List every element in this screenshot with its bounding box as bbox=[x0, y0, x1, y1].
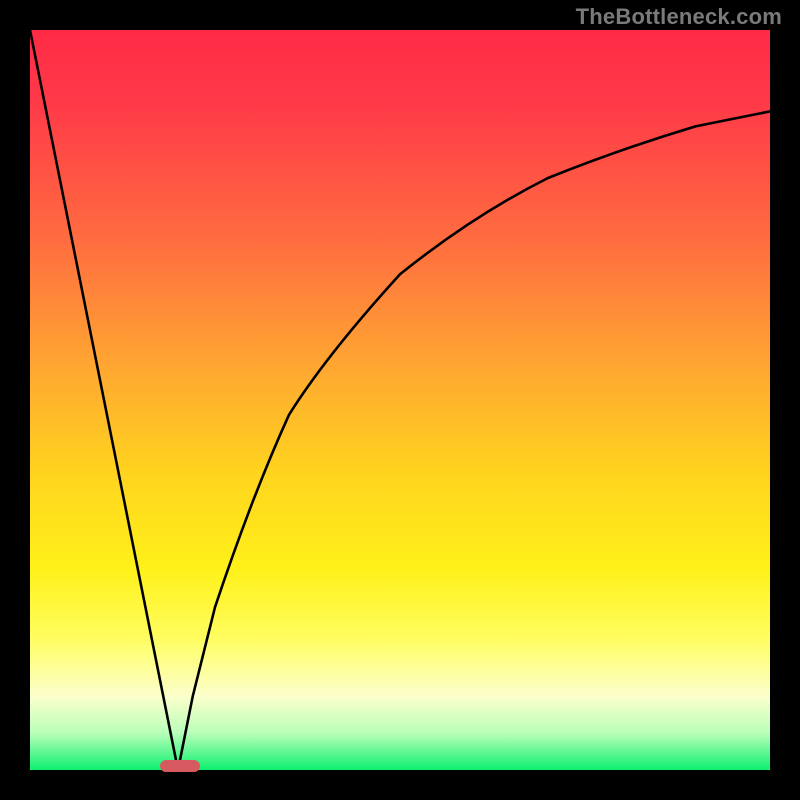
curve-left-branch bbox=[30, 30, 178, 770]
attribution-watermark: TheBottleneck.com bbox=[576, 4, 782, 30]
curve-right-branch bbox=[178, 111, 770, 770]
chart-frame: TheBottleneck.com bbox=[0, 0, 800, 800]
optimal-range-marker bbox=[160, 760, 200, 772]
bottleneck-curve bbox=[30, 30, 770, 770]
plot-area bbox=[30, 30, 770, 770]
